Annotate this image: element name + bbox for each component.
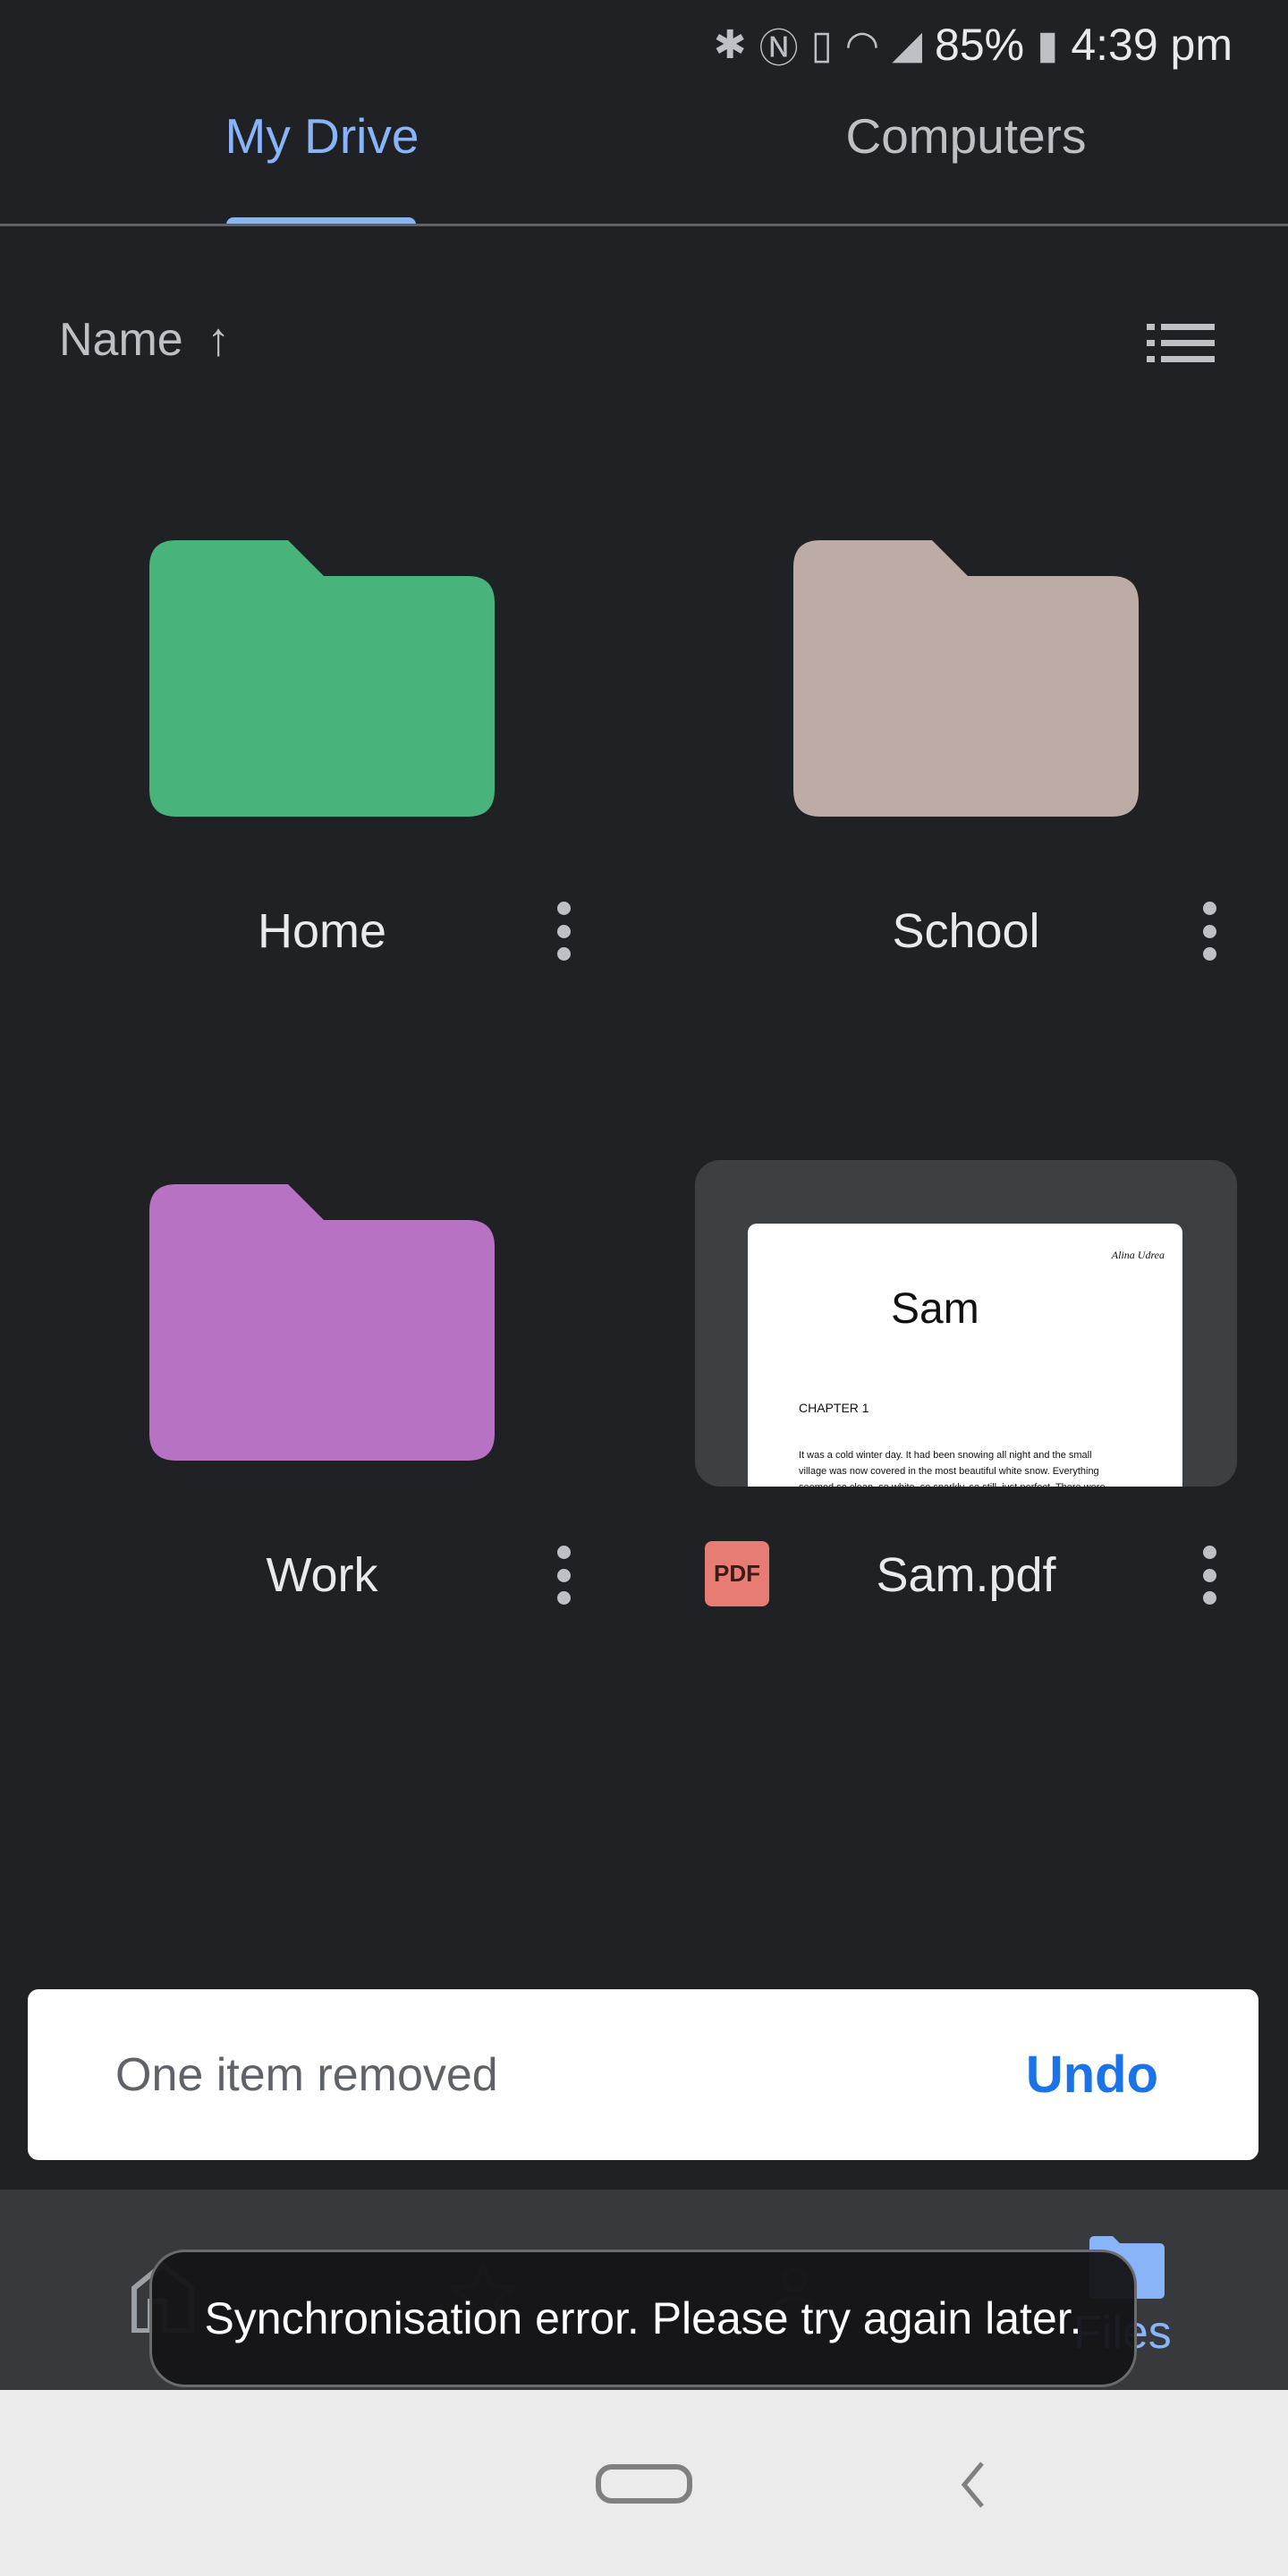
back-button-icon[interactable] — [955, 2462, 991, 2508]
preview-line: It was a cold winter day. It had been sn… — [799, 1450, 1092, 1461]
tab-divider — [0, 224, 1288, 226]
system-navigation-bar — [0, 2390, 1288, 2576]
status-bar: ✱ Ⓝ ▯ ◠ ◢ 85% ▮ 4:39 pm — [0, 0, 1288, 89]
file-name-sam-pdf[interactable]: Sam.pdf — [787, 1547, 1145, 1603]
pdf-thumbnail[interactable]: Alina Udrea Sam CHAPTER 1 It was a cold … — [695, 1160, 1237, 1487]
wifi-icon: ◠ — [844, 22, 880, 67]
file-name-work[interactable]: Work — [143, 1547, 501, 1603]
home-button-icon[interactable] — [596, 2464, 692, 2504]
vibrate-icon: ▯ — [810, 22, 833, 67]
sort-label: Name — [59, 314, 183, 366]
tab-computers[interactable]: Computers — [742, 107, 1190, 165]
signal-icon: ◢ — [892, 22, 923, 67]
sync-error-toast: Synchronisation error. Please try again … — [149, 2250, 1137, 2387]
bluetooth-icon: ✱ — [713, 22, 747, 67]
more-options-school[interactable] — [1200, 902, 1218, 961]
more-options-sam-pdf[interactable] — [1200, 1546, 1218, 1605]
folder-home-icon[interactable] — [149, 540, 495, 817]
snackbar: One item removed Undo — [28, 1989, 1258, 2160]
pdf-file-icon: PDF — [705, 1541, 769, 1606]
file-name-school[interactable]: School — [787, 903, 1145, 959]
preview-title: Sam — [891, 1285, 979, 1333]
undo-button[interactable]: Undo — [1026, 2045, 1158, 2105]
pdf-page-preview: Alina Udrea Sam CHAPTER 1 It was a cold … — [748, 1224, 1182, 1487]
battery-level: 85% — [935, 20, 1025, 70]
battery-icon: ▮ — [1037, 22, 1059, 67]
tab-my-drive[interactable]: My Drive — [98, 107, 546, 165]
preview-chapter: CHAPTER 1 — [799, 1401, 869, 1415]
clock: 4:39 pm — [1071, 20, 1233, 70]
folder-school-icon[interactable] — [793, 540, 1139, 817]
arrow-up-icon: ↑ — [207, 314, 231, 366]
file-name-home[interactable]: Home — [143, 903, 501, 959]
list-view-icon[interactable] — [1147, 324, 1215, 363]
preview-author: Alina Udrea — [1111, 1249, 1165, 1261]
preview-line: seemed so clean, so white, so sparkly, s… — [799, 1479, 1106, 1487]
folder-work-icon[interactable] — [149, 1184, 495, 1461]
nfc-icon: Ⓝ — [758, 27, 799, 71]
snackbar-message: One item removed — [115, 2048, 498, 2101]
sort-button[interactable]: Name ↑ — [59, 313, 230, 367]
more-options-home[interactable] — [555, 902, 572, 961]
more-options-work[interactable] — [555, 1546, 572, 1605]
preview-line: village was now covered in the most beau… — [799, 1466, 1099, 1477]
